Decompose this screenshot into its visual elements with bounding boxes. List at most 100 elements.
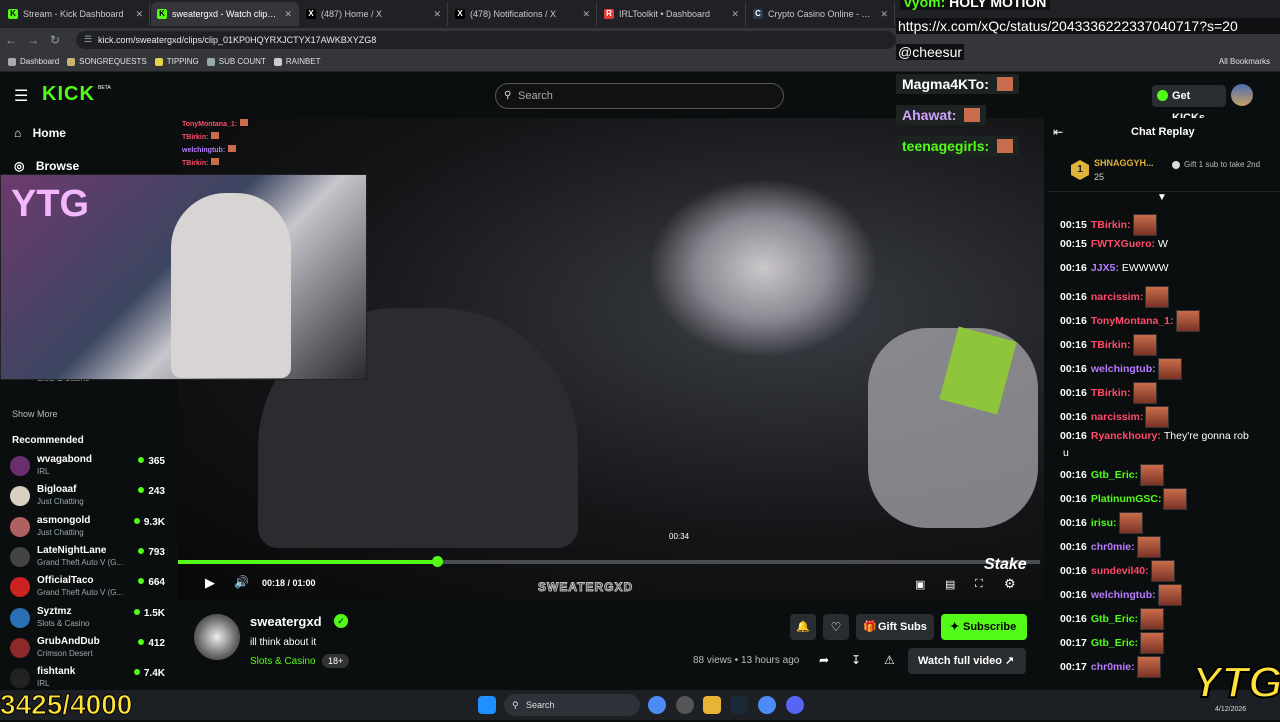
browser-tab[interactable]: K Stream - Kick Dashboard ✕: [2, 2, 150, 26]
theater-icon[interactable]: ▤: [945, 578, 955, 591]
mini-chat-user: welchingtub:: [182, 147, 226, 154]
chrome-profile-icon[interactable]: [758, 696, 776, 714]
chat-username[interactable]: welchingtub:: [1091, 589, 1156, 601]
report-icon[interactable]: ⚠: [884, 653, 895, 667]
clip-category[interactable]: Slots & Casino: [250, 656, 316, 667]
tab-label: Crypto Casino Online - Play with: [768, 9, 876, 19]
chat-username[interactable]: sundevil40:: [1091, 565, 1149, 577]
nav-browse[interactable]: ◎ Browse: [14, 159, 79, 173]
chat-message: 00:16 Ryanckhoury: They're gonna rob: [1060, 430, 1249, 442]
chat-username[interactable]: welchingtub:: [1091, 363, 1156, 375]
tab-close-icon[interactable]: ✕: [135, 9, 143, 20]
fullscreen-icon[interactable]: ⛶: [975, 578, 983, 591]
bookmark-item[interactable]: SONGREQUESTS: [67, 57, 147, 66]
site-info-icon[interactable]: ☰: [84, 34, 92, 45]
gift-subs-button[interactable]: 🎁 Gift Subs: [856, 614, 934, 640]
recommended-channel[interactable]: asmongold Just Chatting 9.3K: [10, 515, 175, 543]
menu-icon[interactable]: ☰: [14, 86, 28, 106]
share-icon[interactable]: ➦: [819, 653, 829, 667]
top-gifter-count: 25: [1094, 172, 1105, 182]
browser-tab[interactable]: Ksweatergxd - Watch clips on ✕: [151, 2, 299, 26]
subscribe-button[interactable]: ✦ Subscribe: [941, 614, 1027, 640]
recommended-channel[interactable]: wvagabond IRL 365: [10, 454, 175, 482]
chat-username[interactable]: TBirkin:: [1091, 219, 1131, 231]
tab-close-icon[interactable]: ✕: [582, 9, 590, 20]
browser-tab[interactable]: R IRLToolkit • Dashboard ✕: [598, 2, 746, 26]
chat-username[interactable]: chr0mie:: [1091, 661, 1135, 673]
channel-avatar[interactable]: [194, 614, 240, 660]
gift-cta[interactable]: Gift 1 sub to take 2nd: [1184, 160, 1274, 170]
volume-icon[interactable]: 🔊: [234, 575, 249, 589]
search-input[interactable]: ⚲ Search: [495, 83, 784, 109]
reload-icon[interactable]: ↻: [44, 33, 66, 47]
chat-message: 00:15 FWTXGuero: W: [1060, 238, 1168, 250]
channel-category: Slots & Casino: [37, 618, 90, 628]
channel-name[interactable]: sweatergxd: [250, 614, 322, 629]
steam-icon[interactable]: [730, 696, 748, 714]
kick-logo[interactable]: KICK: [42, 83, 95, 106]
scroll-down-icon[interactable]: ▼: [1157, 192, 1167, 203]
progress-track[interactable]: [178, 560, 1040, 564]
nav-browse-label: Browse: [35, 159, 80, 173]
url-field[interactable]: kick.com/sweatergxd/clips/clip_01KP0HQYR…: [76, 31, 896, 49]
chat-username[interactable]: Gtb_Eric:: [1091, 637, 1138, 649]
browser-tab[interactable]: C Crypto Casino Online - Play with ✕: [747, 2, 895, 26]
notification-bell-icon[interactable]: 🔔: [790, 614, 816, 640]
tab-close-icon[interactable]: ✕: [433, 9, 441, 20]
chat-username[interactable]: TonyMontana_1:: [1091, 315, 1174, 327]
bookmark-item[interactable]: Dashboard: [8, 57, 59, 66]
time-display: 00:18 / 01:00: [262, 578, 316, 588]
recommended-channel[interactable]: OfficialTaco Grand Theft Auto V (G... 664: [10, 575, 175, 603]
chat-username[interactable]: FWTXGuero:: [1091, 238, 1155, 250]
collapse-chat-icon[interactable]: ⇤: [1053, 125, 1063, 139]
chat-message: 00:16 TonyMontana_1:: [1060, 310, 1200, 332]
back-icon[interactable]: ←: [0, 33, 22, 47]
recommended-channel[interactable]: GrubAndDub Crimson Desert 412: [10, 636, 175, 664]
bookmark-item[interactable]: SUB COUNT: [206, 57, 266, 66]
chat-username[interactable]: PlatinumGSC:: [1091, 493, 1162, 505]
forward-icon[interactable]: →: [22, 33, 44, 47]
bookmark-item[interactable]: TIPPING: [154, 57, 199, 66]
show-more-link[interactable]: Show More: [12, 409, 58, 419]
emote-icon: [1118, 512, 1143, 534]
chat-username[interactable]: chr0mie:: [1091, 541, 1135, 553]
chat-username[interactable]: narcissim:: [1091, 291, 1144, 303]
channel-category: IRL: [37, 467, 50, 476]
hover-time: 00:34: [669, 532, 690, 541]
watch-full-video-button[interactable]: Watch full video ↗: [908, 648, 1026, 674]
chat-timestamp: 00:17: [1060, 636, 1087, 649]
taskbar-search[interactable]: ⚲ Search: [504, 694, 640, 716]
obs-icon[interactable]: [676, 696, 694, 714]
chat-username[interactable]: Gtb_Eric:: [1091, 613, 1138, 625]
settings-gear-icon[interactable]: ⚙: [1004, 576, 1016, 592]
nav-home[interactable]: ⌂ Home: [14, 126, 66, 140]
mini-chat-line: TBirkin:: [182, 131, 352, 144]
discord-icon[interactable]: [786, 696, 804, 714]
chat-username[interactable]: narcissim:: [1091, 411, 1144, 423]
recommended-channel[interactable]: Syztmz Slots & Casino 1.5K: [10, 606, 175, 634]
browser-tab[interactable]: X (478) Notifications / X ✕: [449, 2, 597, 26]
file-explorer-icon[interactable]: [703, 696, 721, 714]
recommended-channel[interactable]: Bigloaaf Just Chatting 243: [10, 484, 175, 512]
tab-close-icon[interactable]: ✕: [284, 9, 292, 20]
windows-start-icon[interactable]: [478, 696, 496, 714]
tab-close-icon[interactable]: ✕: [731, 9, 739, 20]
recommended-channel[interactable]: LateNightLane Grand Theft Auto V (G... 793: [10, 545, 175, 573]
chat-username[interactable]: irisu:: [1091, 517, 1117, 529]
chat-username[interactable]: TBirkin:: [1091, 339, 1131, 351]
play-icon[interactable]: ▶: [205, 575, 215, 591]
viewer-count: 664: [138, 577, 165, 588]
progress-handle[interactable]: [431, 556, 443, 567]
chat-username[interactable]: Gtb_Eric:: [1091, 469, 1138, 481]
browser-tab[interactable]: X (487) Home / X ✕: [300, 2, 448, 26]
chat-username[interactable]: TBirkin:: [1091, 387, 1131, 399]
bookmark-item[interactable]: RAINBET: [273, 57, 321, 66]
pip-icon[interactable]: ▣: [915, 578, 925, 591]
mini-chat-user: TonyMontana_1:: [182, 121, 238, 128]
chat-username[interactable]: JJX5:: [1091, 262, 1119, 274]
chrome-icon[interactable]: [648, 696, 666, 714]
tab-close-icon[interactable]: ✕: [880, 9, 888, 20]
download-icon[interactable]: ↧: [851, 653, 861, 667]
chat-username[interactable]: Ryanckhoury:: [1091, 430, 1161, 442]
follow-heart-icon[interactable]: ♡: [823, 614, 849, 640]
